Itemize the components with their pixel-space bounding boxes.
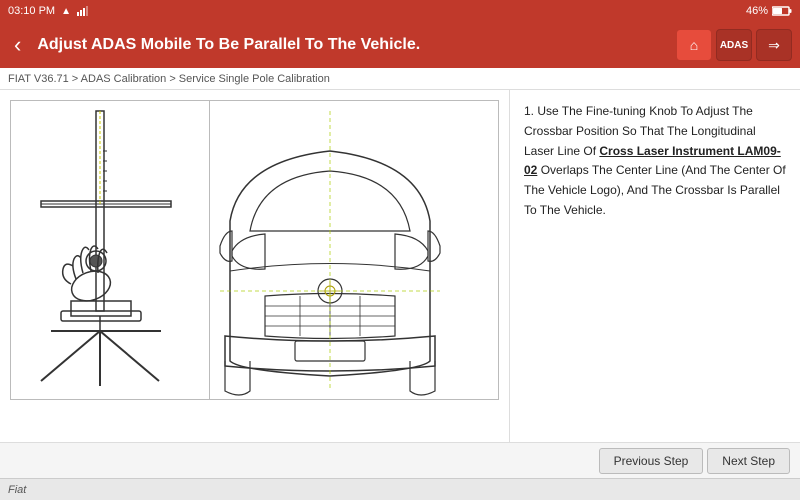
instruction-text: 1. Use The Fine-tuning Knob To Adjust Th… xyxy=(524,102,786,221)
step-number: 1. xyxy=(524,104,534,118)
share-button[interactable]: ⇒ xyxy=(756,29,792,61)
status-right: 46% xyxy=(746,5,792,17)
previous-step-button[interactable]: Previous Step xyxy=(599,448,704,474)
instruction-part2: Overlaps The Center Line (And The Center… xyxy=(524,163,786,217)
status-left: 03:10 PM ▲ xyxy=(8,5,91,17)
wifi-icon: ▲ xyxy=(61,6,71,17)
back-button[interactable]: ‹ xyxy=(8,28,27,62)
left-diagram xyxy=(10,100,210,400)
brand-name: Fiat xyxy=(8,484,26,496)
battery-percent: 46% xyxy=(746,5,768,17)
page-title: Adjust ADAS Mobile To Be Parallel To The… xyxy=(37,36,666,54)
home-icon: ⌂ xyxy=(690,37,698,53)
adas-button[interactable]: ADAS xyxy=(716,29,752,61)
next-step-button[interactable]: Next Step xyxy=(707,448,790,474)
status-bar: 03:10 PM ▲ 46% xyxy=(0,0,800,22)
instruction-panel: 1. Use The Fine-tuning Knob To Adjust Th… xyxy=(510,90,800,442)
footer-navigation: Previous Step Next Step xyxy=(0,442,800,478)
signal-icon xyxy=(77,6,91,16)
time-display: 03:10 PM xyxy=(8,5,55,17)
adas-icon: ADAS xyxy=(720,40,748,51)
right-diagram xyxy=(210,100,499,400)
home-button[interactable]: ⌂ xyxy=(676,29,712,61)
diagram-area xyxy=(0,90,510,442)
battery-icon xyxy=(772,6,792,16)
breadcrumb: FIAT V36.71 > ADAS Calibration > Service… xyxy=(0,68,800,90)
breadcrumb-text: FIAT V36.71 > ADAS Calibration > Service… xyxy=(8,73,330,85)
header-actions: ⌂ ADAS ⇒ xyxy=(676,29,792,61)
header: ‹ Adjust ADAS Mobile To Be Parallel To T… xyxy=(0,22,800,68)
brand-bar: Fiat xyxy=(0,478,800,500)
share-icon: ⇒ xyxy=(768,37,780,54)
main-content: 1. Use The Fine-tuning Knob To Adjust Th… xyxy=(0,90,800,442)
